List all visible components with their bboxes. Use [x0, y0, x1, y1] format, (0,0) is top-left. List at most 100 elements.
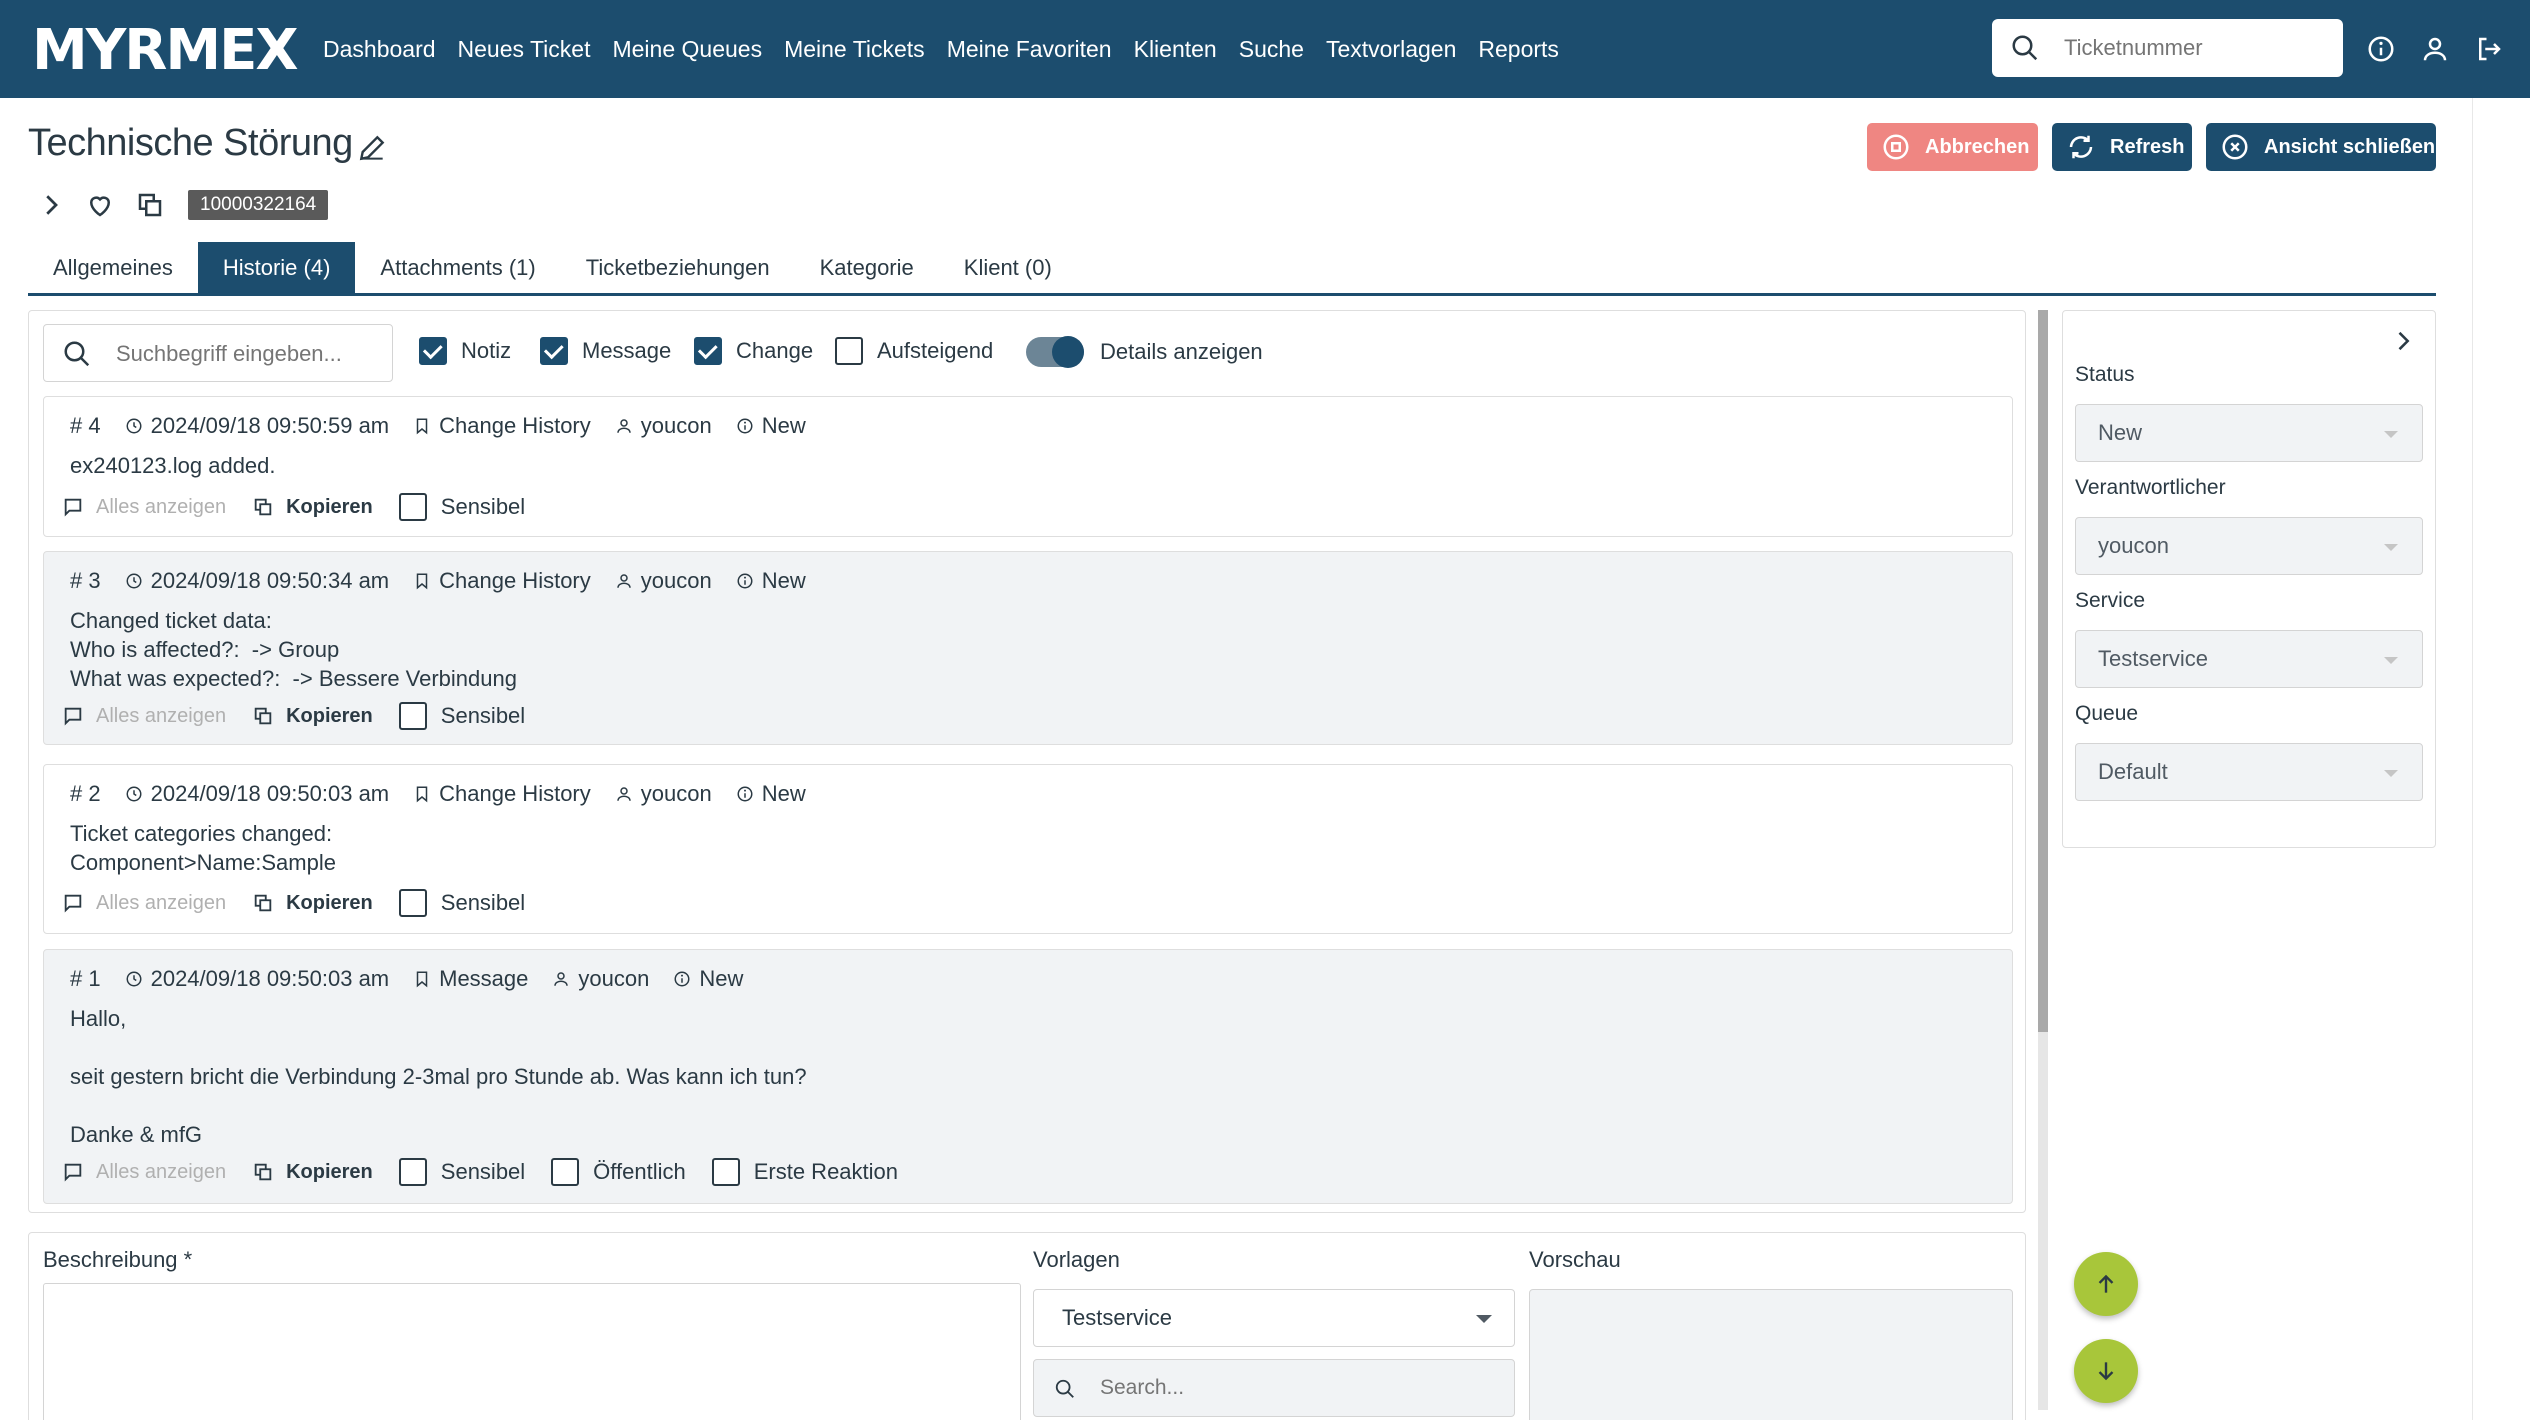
copy-button[interactable]: Kopieren	[252, 1161, 373, 1184]
filter-ascending-label: Aufsteigend	[877, 338, 994, 363]
nav-new-ticket[interactable]: Neues Ticket	[458, 36, 591, 63]
filter-ascending[interactable]: Aufsteigend	[835, 337, 993, 365]
service-select[interactable]: Testservice	[2075, 630, 2423, 688]
ticket-properties-panel: Status New Verantwortlicher youcon Servi…	[2062, 310, 2436, 848]
refresh-button[interactable]: Refresh	[2052, 123, 2192, 171]
details-toggle-switch[interactable]	[1026, 336, 1084, 368]
copy-button[interactable]: Kopieren	[252, 892, 373, 915]
show-all-link[interactable]: Alles anzeigen	[62, 892, 226, 915]
filter-ascending-checkbox[interactable]	[835, 337, 863, 365]
clock-icon	[126, 971, 142, 987]
nav-clients[interactable]: Klienten	[1134, 36, 1217, 63]
filter-change-checkbox[interactable]	[694, 337, 722, 365]
nav-my-favorites[interactable]: Meine Favoriten	[947, 36, 1112, 63]
tab-history[interactable]: Historie (4)	[197, 242, 356, 293]
description-textarea[interactable]	[43, 1283, 1021, 1420]
copy-button[interactable]: Kopieren	[252, 496, 373, 519]
entry-user-text: youcon	[578, 966, 650, 991]
tab-attachments[interactable]: Attachments (1)	[355, 242, 560, 293]
copy-icon	[254, 498, 272, 516]
show-all-label: Alles anzeigen	[96, 891, 227, 914]
nav-my-queues[interactable]: Meine Queues	[612, 36, 762, 63]
logout-icon[interactable]	[2474, 34, 2504, 64]
stop-circle-icon	[1883, 134, 1909, 160]
close-view-button[interactable]: Ansicht schließen	[2206, 123, 2436, 171]
scrollbar-thumb[interactable]	[2038, 310, 2048, 1032]
heart-icon[interactable]	[85, 190, 115, 220]
public-checkbox-box[interactable]	[551, 1158, 580, 1186]
public-checkbox[interactable]: Öffentlich	[551, 1158, 686, 1186]
tab-general[interactable]: Allgemeines	[28, 242, 198, 293]
first-response-checkbox[interactable]: Erste Reaktion	[711, 1158, 898, 1186]
info-icon[interactable]	[2366, 34, 2396, 64]
filter-message[interactable]: Message	[540, 337, 671, 365]
copy-icon[interactable]	[135, 190, 165, 220]
scroll-down-button[interactable]	[2074, 1339, 2138, 1403]
sensitive-label: Sensibel	[440, 494, 526, 519]
filter-notiz[interactable]: Notiz	[419, 337, 511, 365]
nav-text-templates[interactable]: Textvorlagen	[1326, 36, 1456, 63]
owner-select[interactable]: youcon	[2075, 517, 2423, 575]
chevron-right-icon[interactable]	[2389, 327, 2417, 355]
sensitive-checkbox-box[interactable]	[398, 1158, 427, 1186]
templates-label: Vorlagen	[1033, 1247, 1120, 1272]
tab-ticket-relations[interactable]: Ticketbeziehungen	[561, 242, 795, 293]
refresh-icon	[2069, 135, 2093, 159]
sensitive-checkbox[interactable]: Sensibel	[398, 702, 525, 730]
tab-client[interactable]: Klient (0)	[939, 242, 1077, 293]
show-all-link[interactable]: Alles anzeigen	[62, 1161, 226, 1184]
filter-notiz-checkbox[interactable]	[419, 337, 447, 365]
sensitive-checkbox[interactable]: Sensibel	[398, 1158, 525, 1186]
app-logo[interactable]: MYRMEX	[32, 18, 299, 83]
sensitive-checkbox[interactable]: Sensibel	[398, 889, 525, 917]
sensitive-checkbox[interactable]: Sensibel	[398, 493, 526, 521]
details-toggle[interactable]: Details anzeigen	[1026, 336, 1263, 368]
queue-label: Queue	[2075, 702, 2139, 725]
show-all-link[interactable]: Alles anzeigen	[62, 705, 226, 728]
close-circle-icon	[2222, 134, 2248, 160]
sensitive-checkbox-box[interactable]	[398, 493, 427, 521]
filter-message-checkbox[interactable]	[540, 337, 568, 365]
nav-search[interactable]: Suche	[1239, 36, 1304, 63]
cancel-label: Abbrechen	[1925, 135, 2030, 158]
nav-dashboard[interactable]: Dashboard	[323, 36, 436, 63]
status-select[interactable]: New	[2075, 404, 2423, 462]
details-toggle-label: Details anzeigen	[1100, 339, 1263, 364]
show-all-link[interactable]: Alles anzeigen	[62, 496, 226, 519]
copy-button[interactable]: Kopieren	[252, 705, 373, 728]
entry-type-text: Change History	[439, 568, 591, 593]
history-scrollbar[interactable]	[2038, 310, 2048, 1410]
filter-notiz-label: Notiz	[461, 338, 512, 363]
templates-select[interactable]: Testservice	[1033, 1289, 1515, 1347]
bookmark-icon	[416, 418, 428, 435]
copy-label: Kopieren	[286, 495, 373, 518]
filter-change[interactable]: Change	[694, 337, 813, 365]
clock-icon	[126, 418, 142, 434]
history-entry: # 1 2024/09/18 09:50:03 am Message youco…	[43, 949, 2013, 1204]
sensitive-checkbox-box[interactable]	[398, 702, 427, 730]
entry-timestamp: 2024/09/18 09:50:03 am	[125, 781, 389, 807]
entry-user-text: youcon	[640, 568, 712, 593]
entry-user-text: youcon	[640, 781, 712, 806]
nav-my-tickets[interactable]: Meine Tickets	[784, 36, 925, 63]
entry-timestamp: 2024/09/18 09:50:59 am	[125, 413, 389, 439]
user-icon[interactable]	[2420, 34, 2450, 64]
pencil-icon[interactable]	[356, 132, 388, 164]
queue-select[interactable]: Default	[2075, 743, 2423, 801]
show-all-label: Alles anzeigen	[96, 1160, 227, 1183]
nav-reports[interactable]: Reports	[1478, 36, 1559, 63]
tab-category[interactable]: Kategorie	[795, 242, 939, 293]
templates-search-input[interactable]	[1100, 1370, 1480, 1406]
chevron-right-icon[interactable]	[36, 190, 66, 220]
templates-search	[1033, 1359, 1515, 1417]
sensitive-checkbox-box[interactable]	[398, 889, 427, 917]
cancel-button[interactable]: Abbrechen	[1867, 123, 2038, 171]
entry-body: Changed ticket data: Who is affected?: -…	[70, 608, 517, 691]
history-search-input[interactable]	[116, 336, 376, 372]
entry-actions: Alles anzeigen Kopieren Sensibel	[62, 493, 551, 521]
first-response-checkbox-box[interactable]	[711, 1158, 740, 1186]
scroll-up-button[interactable]	[2074, 1252, 2138, 1316]
page-divider	[2472, 98, 2473, 1420]
copy-icon	[254, 707, 272, 725]
ticket-number-input[interactable]	[2064, 29, 2324, 67]
